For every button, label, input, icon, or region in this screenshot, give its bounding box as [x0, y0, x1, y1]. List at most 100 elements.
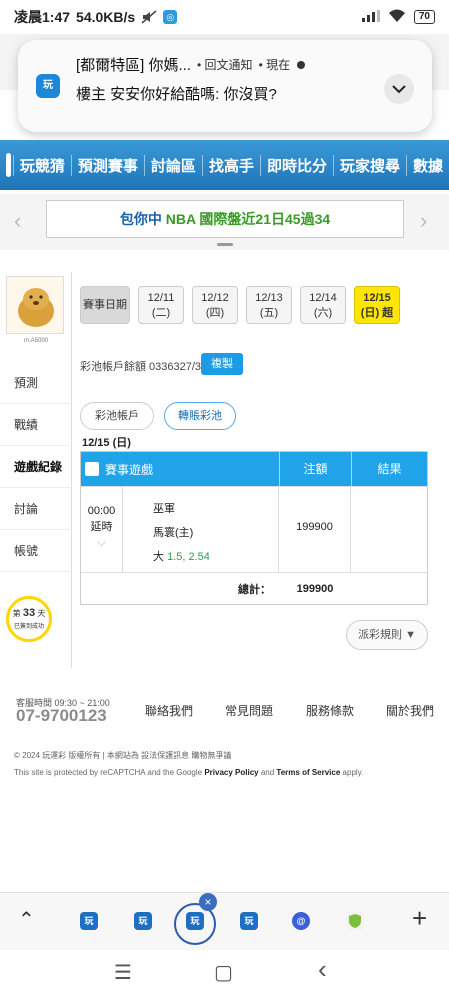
- payout-rules-button[interactable]: 派彩規則 ▼: [346, 620, 428, 650]
- app-notification-icon: ◎: [163, 10, 178, 24]
- notification-body: 樓主 安安你好給酷嗎: 你沒買?: [76, 86, 277, 103]
- nav-item-player-search[interactable]: 玩家搜尋: [332, 154, 406, 176]
- sidebar-item-discussion[interactable]: 討論: [0, 488, 72, 530]
- copy-button[interactable]: 複製: [201, 353, 243, 375]
- tab-label: 賽事日期: [83, 299, 127, 311]
- sidebar-item-predict[interactable]: 預測: [0, 362, 72, 404]
- new-tab-icon[interactable]: +: [412, 903, 427, 934]
- close-tab-icon[interactable]: ×: [199, 893, 217, 911]
- browser-tab-6[interactable]: [346, 912, 364, 930]
- notification-time: • 現在: [258, 58, 291, 72]
- home-icon[interactable]: ▢: [214, 960, 233, 985]
- flag-icon[interactable]: [6, 153, 11, 177]
- nav-item-forum[interactable]: 討論區: [143, 154, 202, 176]
- recaptcha-notice: This site is protected by reCAPTCHA and …: [14, 768, 363, 777]
- promo-prefix: 包你中: [119, 211, 162, 227]
- tab-weekday: (六): [313, 307, 333, 319]
- tab-date-1214[interactable]: 12/14 (六): [300, 286, 346, 324]
- terms-link[interactable]: Terms of Service: [276, 768, 340, 777]
- chevron-down-icon: [392, 81, 406, 97]
- tab-weekday: (二): [151, 307, 171, 319]
- back-icon[interactable]: ‹: [318, 954, 327, 985]
- service-phone[interactable]: 07-9700123: [16, 706, 107, 726]
- expand-notification-button[interactable]: [384, 74, 414, 104]
- recaptcha-text: This site is protected by reCAPTCHA and …: [14, 768, 203, 777]
- promo-ticker: ‹ 包你中 NBA 國際盤近21日45過34 ›: [0, 194, 449, 250]
- checkin-prefix: 第: [12, 609, 21, 618]
- tab-date: 12/14: [309, 292, 337, 304]
- notification-title: [都爾特區] 你媽...: [76, 57, 192, 74]
- game-icon: [85, 462, 99, 476]
- chevron-down-icon[interactable]: ⌵: [97, 537, 105, 549]
- checkin-status: 已簽到成功: [13, 624, 44, 630]
- footer-link-faq[interactable]: 常見問題: [225, 702, 273, 719]
- mute-icon: [141, 10, 157, 24]
- nav-item-guess[interactable]: 玩競猜: [12, 154, 71, 176]
- main-content: 賽事日期 12/11 (二) 12/12 (四) 12/13 (五) 12/14 (六)…: [74, 278, 436, 668]
- copyright: © 2024 玩運彩 版權所有 | 本網站為 設法保護訊息 購物無爭議: [14, 751, 232, 760]
- browser-tab-3-active[interactable]: 玩: [186, 912, 204, 930]
- sidebar-item-account[interactable]: 帳號: [0, 530, 72, 572]
- chevron-left-icon[interactable]: ‹: [14, 208, 21, 234]
- privacy-link[interactable]: Privacy Policy: [204, 768, 258, 777]
- browser-tab-5[interactable]: @: [292, 912, 310, 930]
- recent-apps-icon[interactable]: ☰: [114, 960, 132, 985]
- status-right: 70: [361, 9, 435, 26]
- avatar[interactable]: [6, 276, 64, 334]
- tab-date: 12/13: [255, 292, 283, 304]
- tab-weekday: (五): [259, 307, 279, 319]
- wifi-icon: [388, 9, 406, 26]
- browser-tab-2[interactable]: 玩: [134, 912, 152, 930]
- bet-pick: 大: [153, 551, 164, 563]
- date-tabs: 賽事日期 12/11 (二) 12/12 (四) 12/13 (五) 12/14 (六)…: [80, 286, 400, 324]
- col-stake: 注額: [279, 452, 351, 486]
- nav-item-data[interactable]: 數據: [405, 154, 449, 176]
- result-cell: [351, 487, 427, 572]
- chevron-up-icon[interactable]: ⌃: [18, 907, 35, 932]
- footer-link-about[interactable]: 關於我們: [386, 702, 434, 719]
- site-footer: 客服時間 09:30 ~ 21:00 07-9700123 聯絡我們 常見問題 …: [0, 680, 449, 790]
- match-time: 00:00: [87, 505, 116, 517]
- tab-date-1211[interactable]: 12/11 (二): [138, 286, 184, 324]
- footer-link-contact[interactable]: 聯絡我們: [145, 702, 193, 719]
- tab-pool-account[interactable]: 彩池帳戶: [80, 402, 154, 430]
- checkin-badge[interactable]: 第 33 天 已簽到成功: [6, 596, 52, 642]
- member-sidebar: m.A5000 預測 戰績 遊戲紀錄 討論 帳號 第 33 天 已簽到成功: [0, 272, 72, 668]
- carousel-indicator: [217, 243, 233, 246]
- notification-header: [都爾特區] 你媽... • 回文通知 • 現在: [76, 54, 418, 75]
- promo-banner[interactable]: 包你中 NBA 國際盤近21日45過34: [46, 200, 404, 238]
- col-game-label: 賽事遊戲: [105, 462, 154, 477]
- notification-source: • 回文通知: [197, 58, 253, 72]
- browser-tab-1[interactable]: 玩: [80, 912, 98, 930]
- day-heading: 12/15 (日): [82, 437, 131, 449]
- push-notification[interactable]: 玩 [都爾特區] 你媽... • 回文通知 • 現在 樓主 安安你好給酷嗎: 你…: [18, 40, 432, 132]
- sidebar-item-record[interactable]: 戰績: [0, 404, 72, 446]
- nav-item-experts[interactable]: 找高手: [201, 154, 260, 176]
- net-speed: 54.0KB/s: [76, 9, 136, 25]
- tab-weekday: (日) 超: [360, 307, 394, 319]
- tab-match-date[interactable]: 賽事日期: [80, 286, 130, 324]
- main-nav: 玩競猜 預測賽事 討論區 找高手 即時比分 玩家搜尋 數據: [0, 140, 449, 190]
- nav-item-live-score[interactable]: 即時比分: [259, 154, 333, 176]
- match-time-cell: 00:00 延時 ⌵: [81, 487, 123, 572]
- match-detail-cell: 巫軍 馬寰(主) 大 1.5, 2.54: [123, 487, 279, 572]
- sidebar-item-game-history[interactable]: 遊戲紀錄: [0, 446, 72, 488]
- tab-date-1212[interactable]: 12/12 (四): [192, 286, 238, 324]
- tab-transfer-pool[interactable]: 轉賬彩池: [164, 402, 236, 430]
- tab-date-1213[interactable]: 12/13 (五): [246, 286, 292, 324]
- checkin-unit: 天: [37, 609, 46, 618]
- total-label: 總計：: [238, 583, 271, 596]
- home-team: 馬寰(主): [153, 527, 194, 539]
- tab-weekday: (四): [205, 307, 225, 319]
- total-value: 199900: [296, 582, 334, 595]
- signal-icon: [361, 9, 380, 25]
- browser-tab-4[interactable]: 玩: [240, 912, 258, 930]
- table-row[interactable]: 00:00 延時 ⌵ 巫軍 馬寰(主) 大 1.5, 2.54 199900: [81, 486, 427, 572]
- tab-date-1215[interactable]: 12/15 (日) 超: [354, 286, 400, 324]
- footer-link-terms[interactable]: 服務條款: [306, 702, 354, 719]
- chevron-right-icon[interactable]: ›: [420, 208, 427, 234]
- username: m.A5000: [23, 338, 48, 344]
- promo-highlight: NBA 國際盤近21日45過34: [165, 211, 331, 227]
- match-state: 延時: [90, 521, 113, 533]
- nav-item-predict[interactable]: 預測賽事: [70, 154, 144, 176]
